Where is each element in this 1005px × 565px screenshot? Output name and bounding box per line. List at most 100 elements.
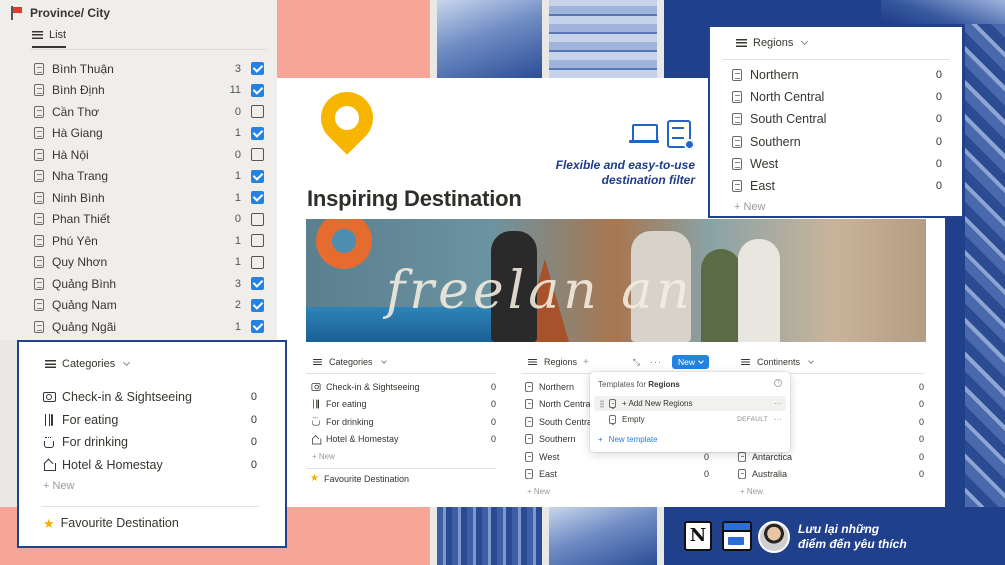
template-empty[interactable]: Empty DEFAULT ··· bbox=[594, 412, 786, 427]
expand-icon[interactable]: ⤡ bbox=[633, 357, 640, 368]
new-item-button[interactable]: + New bbox=[734, 201, 766, 213]
new-item-button[interactable]: + New bbox=[734, 483, 924, 499]
regions-view-tab[interactable]: Regions bbox=[736, 37, 809, 49]
list-item[interactable]: Hotel & Homestay 0 bbox=[41, 454, 257, 477]
new-item-button[interactable]: + New bbox=[43, 480, 75, 492]
star-icon: ★ bbox=[310, 473, 319, 484]
categories-column-title: Categories bbox=[329, 357, 373, 367]
page-icon bbox=[732, 135, 742, 148]
list-item[interactable]: Ninh Bình 1 bbox=[34, 187, 264, 209]
list-item[interactable]: Hà Nội 0 bbox=[34, 144, 264, 166]
list-item[interactable]: Bình Định 11 bbox=[34, 80, 264, 102]
list-item[interactable]: East 0 bbox=[521, 466, 709, 484]
list-item[interactable]: Cần Thơ 0 bbox=[34, 101, 264, 123]
list-item[interactable]: Nha Trang 1 bbox=[34, 166, 264, 188]
list-item[interactable]: Quy Nhơn 1 bbox=[34, 252, 264, 274]
new-template-button[interactable]: + New template bbox=[598, 435, 658, 444]
page-icon bbox=[34, 84, 44, 97]
list-item[interactable]: North Central 0 bbox=[732, 86, 942, 108]
list-item-name: For eating bbox=[62, 412, 119, 427]
list-item[interactable]: Phan Thiết 0 bbox=[34, 209, 264, 231]
tab-list[interactable]: List bbox=[32, 29, 67, 48]
list-item-name: Quảng Bình bbox=[52, 276, 117, 291]
continents-view-tab[interactable]: Continents bbox=[734, 354, 924, 370]
checkbox[interactable] bbox=[251, 277, 264, 291]
checkbox[interactable] bbox=[251, 320, 264, 334]
template-add-new-regions[interactable]: + Add New Regions ··· bbox=[594, 396, 786, 411]
list-item[interactable]: Check-in & Sightseeing 0 bbox=[306, 378, 496, 396]
list-item[interactable]: Northern 0 bbox=[732, 64, 942, 86]
checkbox[interactable] bbox=[251, 255, 264, 269]
checkbox[interactable] bbox=[251, 212, 264, 226]
list-item-name: For eating bbox=[326, 399, 367, 410]
more-icon[interactable]: ··· bbox=[774, 415, 782, 424]
page-icon bbox=[732, 69, 742, 82]
help-icon[interactable]: ? bbox=[774, 379, 782, 387]
salmon-block-top bbox=[277, 0, 430, 78]
page-icon bbox=[34, 127, 44, 140]
page-icon bbox=[525, 469, 533, 480]
drag-handle-icon[interactable] bbox=[600, 399, 604, 408]
list-item[interactable]: East 0 bbox=[732, 175, 942, 197]
list-icon bbox=[736, 39, 747, 47]
house-icon bbox=[312, 435, 322, 445]
list-item[interactable]: Phú Yên 1 bbox=[34, 230, 264, 252]
list-item[interactable]: Hotel & Homestay 0 bbox=[306, 431, 496, 449]
page-icon bbox=[732, 91, 742, 104]
regions-panel: Regions Northern 0 North Central 0 South C… bbox=[708, 25, 964, 218]
list-item[interactable]: Bình Thuận 3 bbox=[34, 58, 264, 80]
checkbox[interactable] bbox=[251, 234, 264, 248]
fork-icon bbox=[312, 399, 321, 409]
checkbox[interactable] bbox=[251, 298, 264, 312]
list-item[interactable]: For drinking 0 bbox=[41, 431, 257, 454]
list-item[interactable]: Quảng Nam 2 bbox=[34, 295, 264, 317]
camera-icon bbox=[42, 392, 56, 403]
list-item-name: Phan Thiết bbox=[52, 212, 110, 227]
add-view-button[interactable]: + bbox=[583, 357, 589, 368]
list-item[interactable]: Australia 0 bbox=[734, 466, 924, 484]
new-item-button[interactable]: + New bbox=[306, 448, 496, 464]
province-title: Province/ City bbox=[10, 6, 110, 20]
list-item[interactable]: Quảng Bình 3 bbox=[34, 273, 264, 295]
list-item[interactable]: Quảng Ngãi 1 bbox=[34, 316, 264, 338]
checkbox[interactable] bbox=[251, 148, 264, 162]
new-button[interactable]: New bbox=[671, 355, 709, 369]
checkbox[interactable] bbox=[251, 126, 264, 140]
list-item[interactable]: Check-in & Sightseeing 0 bbox=[41, 386, 257, 409]
list-item-count: 0 bbox=[935, 91, 942, 104]
list-item[interactable]: For eating 0 bbox=[41, 409, 257, 432]
favourite-destination-link[interactable]: ★ Favourite Destination bbox=[306, 473, 496, 485]
list-item[interactable]: For eating 0 bbox=[306, 396, 496, 414]
checkbox[interactable] bbox=[251, 62, 264, 76]
promo-footer: N Lưu lại những điểm đến yêu thích bbox=[664, 507, 1005, 565]
divider bbox=[41, 506, 259, 507]
list-item[interactable]: West 0 bbox=[732, 153, 942, 175]
checkbox[interactable] bbox=[251, 83, 264, 97]
page-icon bbox=[732, 180, 742, 193]
new-item-button[interactable]: + New bbox=[521, 483, 709, 499]
photo-window-bottom bbox=[549, 507, 657, 565]
list-item-count: 0 bbox=[935, 113, 942, 126]
page-icon bbox=[732, 113, 742, 126]
chevron-down-icon[interactable] bbox=[698, 358, 704, 364]
checkbox[interactable] bbox=[251, 169, 264, 183]
list-item[interactable]: Hà Giang 1 bbox=[34, 123, 264, 145]
checkbox[interactable] bbox=[251, 105, 264, 119]
page-icon bbox=[738, 469, 746, 480]
list-item[interactable]: For drinking 0 bbox=[306, 413, 496, 431]
regions-column-title[interactable]: Regions bbox=[544, 357, 577, 367]
list-item-name: North Central bbox=[750, 90, 825, 105]
page-icon bbox=[34, 213, 44, 226]
list-item[interactable]: South Central 0 bbox=[732, 108, 942, 130]
categories-view-tab[interactable]: Categories bbox=[45, 358, 131, 370]
more-icon[interactable]: ··· bbox=[774, 399, 782, 408]
more-icon[interactable]: ··· bbox=[650, 357, 662, 367]
cover-banner: freelan an bbox=[306, 219, 926, 342]
list-item-count: 2 bbox=[234, 299, 241, 312]
new-button-label: New bbox=[677, 357, 695, 367]
list-item[interactable]: Southern 0 bbox=[732, 131, 942, 153]
favourite-destination-link[interactable]: ★ Favourite Destination bbox=[43, 516, 179, 530]
categories-view-tab[interactable]: Categories bbox=[306, 354, 496, 370]
checkbox[interactable] bbox=[251, 191, 264, 205]
page-icon bbox=[732, 157, 742, 170]
